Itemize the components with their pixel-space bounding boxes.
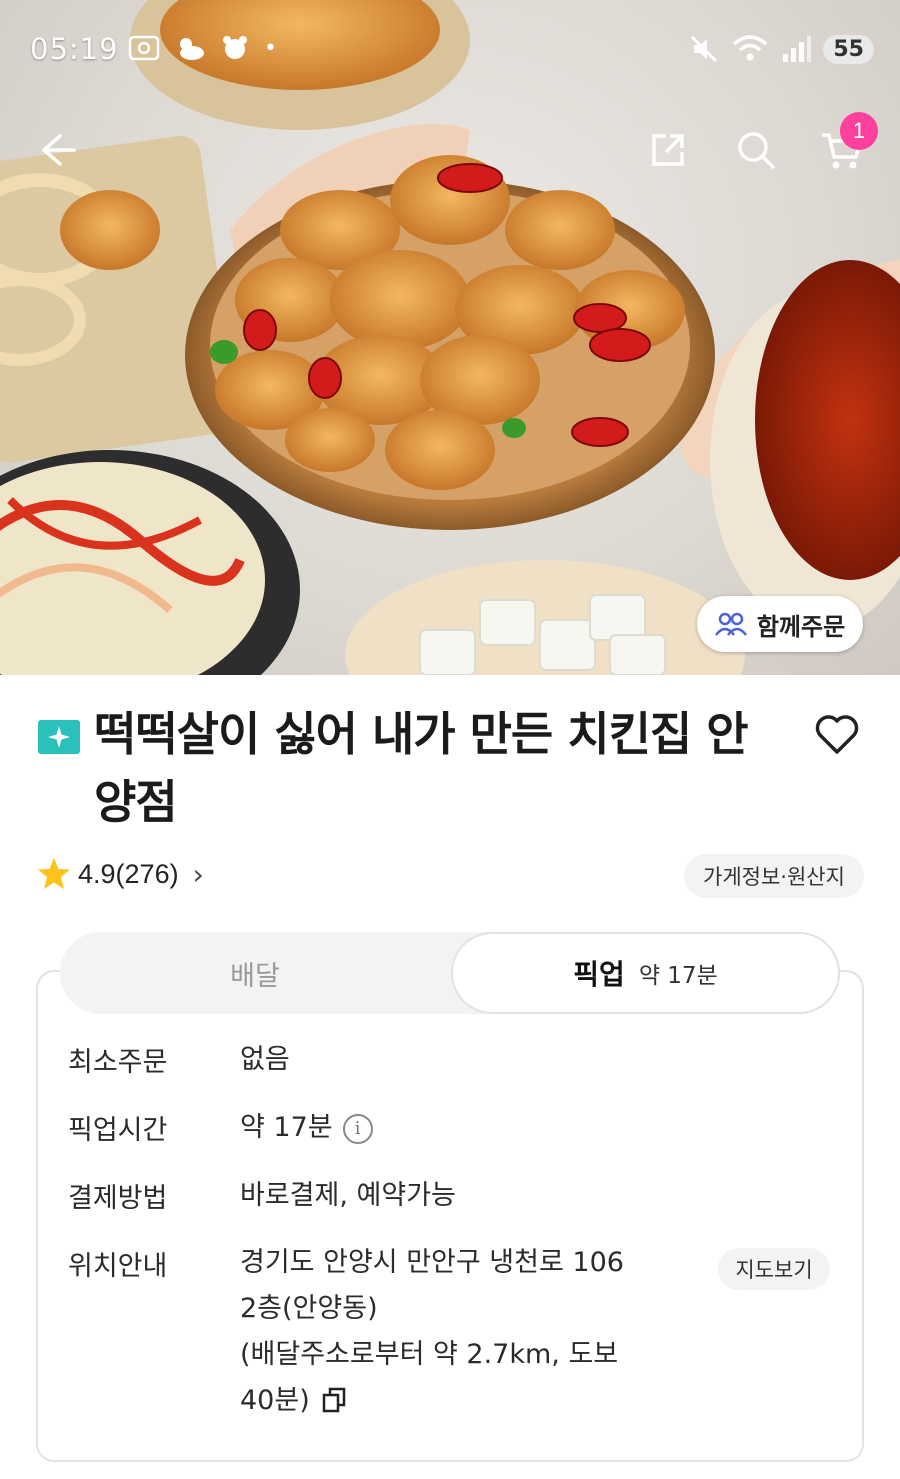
- info-value: 약 17분 i: [240, 1108, 670, 1148]
- hero-image: 05:19 • 55 1 함께주문: [0, 0, 900, 675]
- people-icon: [714, 612, 747, 636]
- view-map-button[interactable]: 지도보기: [718, 1248, 830, 1290]
- copy-icon[interactable]: [322, 1387, 348, 1413]
- screenshot-icon: [128, 35, 160, 61]
- back-button[interactable]: [28, 122, 84, 178]
- favorite-button[interactable]: [814, 712, 864, 762]
- status-time: 05:19: [30, 32, 119, 66]
- info-icon[interactable]: i: [342, 1113, 373, 1144]
- store-info-button[interactable]: 가게정보·원산지: [684, 854, 864, 898]
- cart-count-badge: 1: [840, 112, 878, 150]
- more-dot-icon: •: [264, 35, 277, 61]
- search-button[interactable]: [728, 122, 784, 178]
- info-label: 픽업시간: [68, 1115, 168, 1146]
- signal-icon: [783, 36, 812, 62]
- weather-icon: [180, 38, 204, 60]
- rating-link[interactable]: 4.9(276) ›: [36, 852, 204, 896]
- status-bar: 05:19 • 55: [0, 20, 900, 80]
- status-left-icons: •: [128, 34, 277, 62]
- share-button[interactable]: [640, 122, 696, 178]
- battery-indicator: 55: [823, 34, 874, 64]
- back-arrow-icon: [42, 134, 76, 166]
- search-icon: [738, 132, 775, 169]
- group-order-label: 함께주문: [756, 612, 846, 641]
- heart-icon: [815, 715, 859, 754]
- tab-delivery-label: 배달: [230, 960, 280, 992]
- wifi-icon: [733, 35, 768, 61]
- order-type-tabs: 배달 픽업 약 17분: [60, 932, 840, 1014]
- chicken-photo: [0, 0, 900, 675]
- info-value: 없음: [240, 1044, 290, 1075]
- chevron-right-icon: ›: [192, 857, 204, 891]
- info-label: 최소주문: [68, 1047, 168, 1078]
- top-navigation: 1: [0, 112, 900, 182]
- mute-icon: [691, 35, 718, 63]
- info-value: 바로결제, 예약가능: [240, 1180, 456, 1211]
- brand-badge-icon: [38, 720, 80, 754]
- tab-pickup[interactable]: 픽업 약 17분: [451, 932, 840, 1014]
- cart-button[interactable]: 1: [814, 112, 878, 178]
- status-right-icons: 55: [689, 34, 874, 64]
- rating-score: 4.9(276): [78, 858, 179, 889]
- tab-pickup-label: 픽업: [573, 958, 625, 991]
- group-order-button[interactable]: 함께주문: [697, 596, 863, 652]
- store-name: 떡떡살이 싫어 내가 만든 치킨집 안양점: [94, 707, 749, 829]
- app-notification-icon: [223, 36, 247, 59]
- info-label: 결제방법: [68, 1183, 168, 1214]
- tab-pickup-time: 약 17분: [638, 963, 718, 989]
- share-icon: [652, 134, 684, 166]
- info-label: 위치안내: [68, 1251, 168, 1282]
- tab-delivery[interactable]: 배달: [60, 932, 450, 1014]
- star-icon: [38, 858, 70, 889]
- location-address: 경기도 안양시 만안구 냉천로 106 2층(안양동) (배달주소로부터 약 2…: [240, 1247, 624, 1416]
